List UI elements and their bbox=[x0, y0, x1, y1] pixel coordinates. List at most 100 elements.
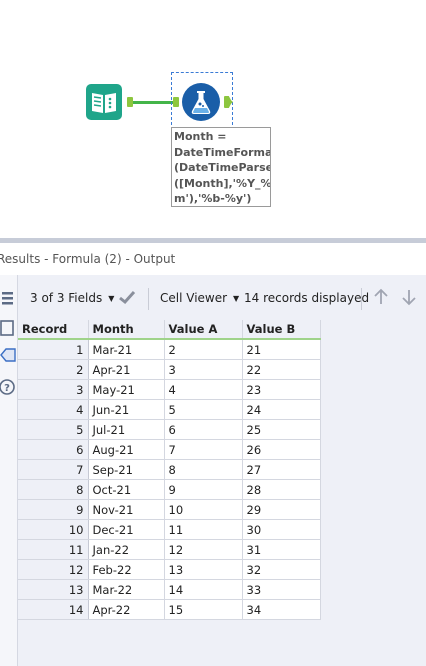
results-title: Results - Formula (2) - Output bbox=[0, 252, 176, 266]
caret-down-icon: ▼ bbox=[108, 294, 115, 303]
table-cell[interactable]: 27 bbox=[242, 459, 321, 480]
toolbar-separator bbox=[361, 288, 362, 310]
table-cell[interactable]: 6 bbox=[164, 419, 243, 440]
table-cell[interactable]: Sep-21 bbox=[88, 459, 165, 480]
table-row[interactable]: 1 Mar-21 2 21 bbox=[18, 339, 321, 360]
table-row[interactable]: 8 Oct-21 9 28 bbox=[18, 479, 321, 500]
sidebar-icons: ? bbox=[0, 292, 16, 395]
connection-line[interactable] bbox=[133, 101, 173, 104]
column-header-month[interactable]: Month bbox=[88, 320, 165, 340]
table-cell[interactable]: 34 bbox=[242, 599, 321, 620]
results-sidebar: ? bbox=[0, 275, 18, 666]
table-cell[interactable]: 33 bbox=[242, 579, 321, 600]
table-cell[interactable]: Nov-21 bbox=[88, 499, 165, 520]
results-toolbar: 3 of 3 Fields ▼ Cell Viewer ▼ 14 records d… bbox=[18, 285, 426, 313]
table-cell[interactable]: 11 bbox=[164, 519, 243, 540]
table-cell[interactable]: 13 bbox=[164, 559, 243, 580]
table-cell[interactable]: 15 bbox=[164, 599, 243, 620]
record-number: 11 bbox=[18, 539, 89, 560]
table-cell[interactable]: 28 bbox=[242, 479, 321, 500]
table-cell[interactable]: Jul-21 bbox=[88, 419, 165, 440]
table-cell[interactable]: 7 bbox=[164, 439, 243, 460]
record-number: 12 bbox=[18, 559, 89, 580]
table-row[interactable]: 13 Mar-22 14 33 bbox=[18, 579, 321, 600]
formula-tool-icon[interactable] bbox=[182, 83, 220, 121]
table-cell[interactable]: 26 bbox=[242, 439, 321, 460]
record-number: 7 bbox=[18, 459, 89, 480]
record-number: 2 bbox=[18, 359, 89, 380]
column-header-value-a[interactable]: Value A bbox=[164, 320, 243, 340]
record-number: 8 bbox=[18, 479, 89, 500]
table-row[interactable]: 9 Nov-21 10 29 bbox=[18, 499, 321, 520]
table-cell[interactable]: 4 bbox=[164, 379, 243, 400]
table-row[interactable]: 6 Aug-21 7 26 bbox=[18, 439, 321, 460]
table-cell[interactable]: 25 bbox=[242, 419, 321, 440]
fields-label: 3 of 3 Fields bbox=[30, 291, 103, 305]
list-icon bbox=[2, 292, 13, 305]
record-number: 6 bbox=[18, 439, 89, 460]
table-cell[interactable]: 29 bbox=[242, 499, 321, 520]
fields-dropdown[interactable]: 3 of 3 Fields ▼ bbox=[30, 291, 114, 305]
cell-viewer-dropdown[interactable]: Cell Viewer ▼ bbox=[160, 291, 239, 305]
checkmark-icon[interactable] bbox=[118, 288, 136, 309]
column-header-record[interactable]: Record bbox=[18, 320, 89, 340]
results-title-bar: Results - Formula (2) - Output bbox=[0, 243, 426, 273]
table-row[interactable]: 12 Feb-22 13 32 bbox=[18, 559, 321, 580]
record-number: 9 bbox=[18, 499, 89, 520]
table-row[interactable]: 4 Jun-21 5 24 bbox=[18, 399, 321, 420]
flask-icon bbox=[191, 91, 211, 114]
table-cell[interactable]: Dec-21 bbox=[88, 519, 165, 540]
record-number: 10 bbox=[18, 519, 89, 540]
table-cell[interactable]: 9 bbox=[164, 479, 243, 500]
table-row[interactable]: 11 Jan-22 12 31 bbox=[18, 539, 321, 560]
table-row[interactable]: 14 Apr-22 15 34 bbox=[18, 599, 321, 620]
table-row[interactable]: 2 Apr-21 3 22 bbox=[18, 359, 321, 380]
table-row[interactable]: 3 May-21 4 23 bbox=[18, 379, 321, 400]
table-row[interactable]: 10 Dec-21 11 30 bbox=[18, 519, 321, 540]
record-number: 5 bbox=[18, 419, 89, 440]
input-data-tool-icon[interactable] bbox=[86, 84, 122, 120]
table-cell[interactable]: 21 bbox=[242, 339, 321, 360]
record-number: 13 bbox=[18, 579, 89, 600]
column-header-value-b[interactable]: Value B bbox=[242, 320, 321, 340]
table-cell[interactable]: 3 bbox=[164, 359, 243, 380]
record-number: 3 bbox=[18, 379, 89, 400]
table-cell[interactable]: Jan-22 bbox=[88, 539, 165, 560]
table-cell[interactable]: 12 bbox=[164, 539, 243, 560]
results-grid[interactable]: Record Month Value A Value B 1 Mar-21 2 21 2… bbox=[18, 320, 321, 620]
table-cell[interactable]: Aug-21 bbox=[88, 439, 165, 460]
help-icon: ? bbox=[0, 379, 15, 395]
workflow-canvas[interactable]: Month = DateTimeFormat (DateTimeParse ([… bbox=[0, 0, 426, 240]
table-cell[interactable]: Mar-21 bbox=[88, 339, 165, 360]
table-cell[interactable]: 5 bbox=[164, 399, 243, 420]
header-row: Record Month Value A Value B bbox=[18, 320, 321, 340]
table-cell[interactable]: 23 bbox=[242, 379, 321, 400]
table-row[interactable]: 5 Jul-21 6 25 bbox=[18, 419, 321, 440]
formula-annotation: Month = DateTimeFormat (DateTimeParse ([… bbox=[171, 127, 271, 207]
table-view-icon bbox=[0, 320, 14, 336]
arrow-up-icon[interactable] bbox=[372, 288, 390, 309]
arrow-down-icon[interactable] bbox=[400, 288, 418, 309]
cell-viewer-label: Cell Viewer bbox=[160, 291, 228, 305]
table-cell[interactable]: Feb-22 bbox=[88, 559, 165, 580]
table-cell[interactable]: 30 bbox=[242, 519, 321, 540]
table-cell[interactable]: 14 bbox=[164, 579, 243, 600]
table-cell[interactable]: Mar-22 bbox=[88, 579, 165, 600]
table-cell[interactable]: May-21 bbox=[88, 379, 165, 400]
record-number: 14 bbox=[18, 599, 89, 620]
table-cell[interactable]: 2 bbox=[164, 339, 243, 360]
table-cell[interactable]: 32 bbox=[242, 559, 321, 580]
record-number: 1 bbox=[18, 339, 89, 360]
table-cell[interactable]: 22 bbox=[242, 359, 321, 380]
table-row[interactable]: 7 Sep-21 8 27 bbox=[18, 459, 321, 480]
table-cell[interactable]: Oct-21 bbox=[88, 479, 165, 500]
table-cell[interactable]: Apr-22 bbox=[88, 599, 165, 620]
table-cell[interactable]: Jun-21 bbox=[88, 399, 165, 420]
table-cell[interactable]: Apr-21 bbox=[88, 359, 165, 380]
table-cell[interactable]: 8 bbox=[164, 459, 243, 480]
table-cell[interactable]: 31 bbox=[242, 539, 321, 560]
grid-body: 1 Mar-21 2 21 2 Apr-21 3 22 3 May-21 4 23 4 Jun-21 5 24… bbox=[18, 339, 321, 620]
records-displayed: 14 records displayed bbox=[244, 291, 370, 305]
table-cell[interactable]: 24 bbox=[242, 399, 321, 420]
table-cell[interactable]: 10 bbox=[164, 499, 243, 520]
